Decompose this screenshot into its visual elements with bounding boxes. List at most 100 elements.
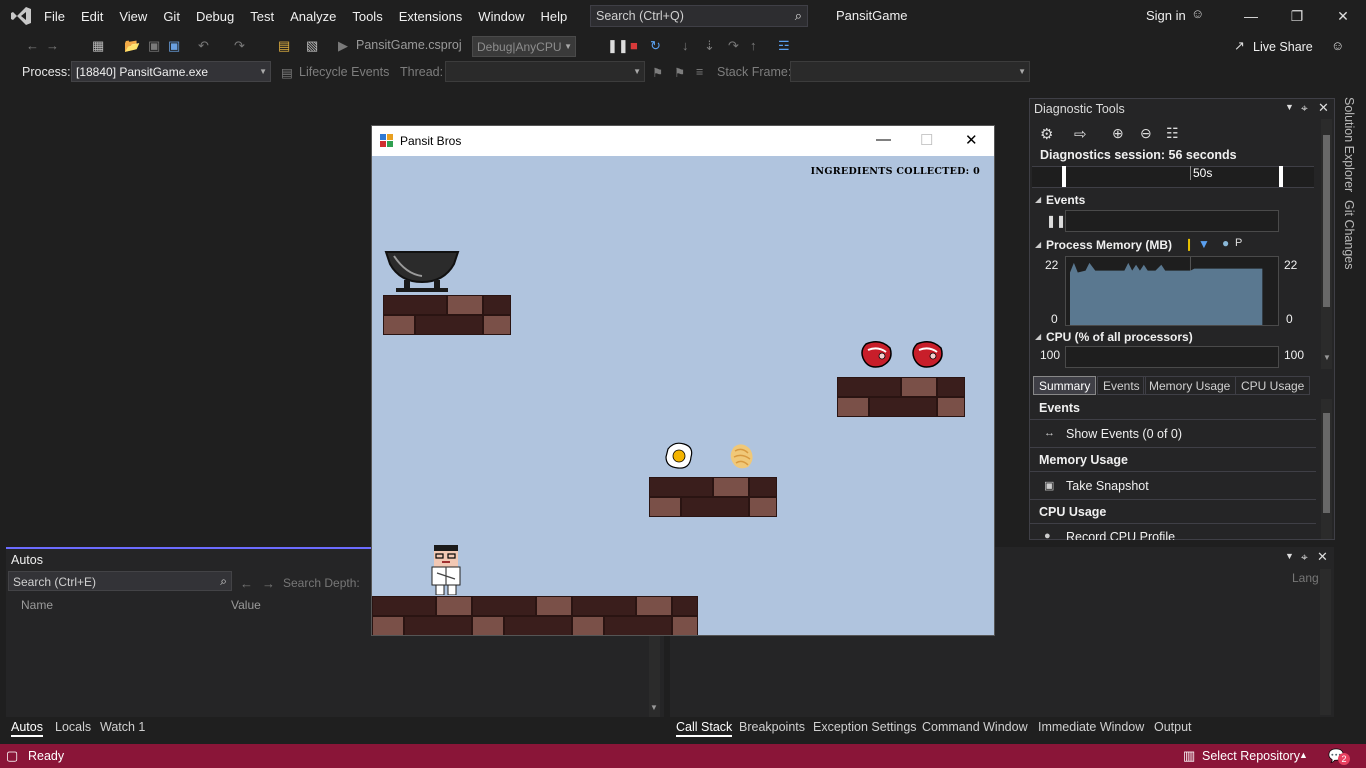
redo-icon[interactable]: ↷ [234, 38, 245, 54]
select-repository-button[interactable]: Select Repository [1202, 749, 1300, 763]
timeline-end-handle[interactable] [1279, 166, 1283, 187]
process-select[interactable]: [18840] PansitGame.exe ▼ [71, 61, 271, 82]
game-canvas[interactable]: INGREDIENTS COLLECTED: 0 [372, 156, 994, 635]
menu-view[interactable]: View [111, 9, 155, 24]
tab-watch-1[interactable]: Watch 1 [100, 720, 145, 734]
chevron-up-icon[interactable]: ▲ [1299, 750, 1308, 760]
timeline-ruler[interactable] [1032, 166, 1314, 188]
browse-icon[interactable]: ▧ [306, 38, 318, 54]
timeline-start-handle[interactable] [1062, 166, 1066, 187]
minimize-icon[interactable]: — [876, 131, 891, 148]
zoom-out-icon[interactable]: ⊖ [1140, 125, 1152, 142]
scrollbar[interactable] [1320, 569, 1331, 715]
close-icon[interactable]: ✕ [965, 131, 978, 149]
tab-events[interactable]: Events [1097, 376, 1146, 395]
cpu-graph[interactable] [1065, 346, 1279, 368]
scroll-down-icon[interactable]: ▼ [650, 703, 658, 712]
tab-breakpoints[interactable]: Breakpoints [739, 720, 805, 734]
pause-events-icon[interactable]: ❚❚ [1046, 214, 1066, 228]
settings-gear-icon[interactable]: ⚙ [1040, 125, 1053, 143]
solution-explorer-icon[interactable]: ▤ [278, 38, 290, 54]
autos-search-input[interactable]: Search (Ctrl+E) ⌕ [8, 571, 232, 591]
scrollbar-thumb[interactable] [1323, 413, 1330, 513]
pin-icon[interactable]: ⌖ [1301, 550, 1308, 565]
tab-immediate-window[interactable]: Immediate Window [1038, 720, 1144, 734]
configuration-select[interactable]: Debug|AnyCPU ▼ [472, 36, 576, 57]
forward-icon[interactable]: → [46, 38, 59, 53]
restore-icon[interactable]: ❐ [1287, 6, 1307, 26]
tab-memory-usage[interactable]: Memory Usage [1143, 376, 1237, 395]
tab-call-stack[interactable]: Call Stack [676, 720, 733, 737]
events-track[interactable] [1065, 210, 1279, 232]
scroll-down-icon[interactable]: ▼ [1323, 353, 1331, 362]
step-over-icon[interactable]: ⇣ [704, 38, 715, 54]
close-icon[interactable]: ✕ [1318, 100, 1329, 116]
tab-git-changes[interactable]: Git Changes [1342, 200, 1356, 269]
take-snapshot-button[interactable]: Take Snapshot [1066, 479, 1149, 493]
close-icon[interactable]: ✕ [1317, 549, 1328, 565]
hot-reload-icon[interactable]: ☲ [778, 38, 790, 54]
step-into-icon[interactable]: ↓ [682, 38, 689, 53]
tab-autos[interactable]: Autos [11, 720, 43, 737]
collapse-icon[interactable]: ◢ [1035, 240, 1041, 249]
tab-locals[interactable]: Locals [55, 720, 91, 734]
run-icon[interactable]: ▶ [338, 38, 348, 54]
scrollbar-thumb[interactable] [1323, 135, 1330, 307]
menu-test[interactable]: Test [242, 9, 282, 24]
feedback-icon[interactable]: ☺ [1331, 38, 1344, 53]
maximize-icon[interactable]: ☐ [920, 131, 933, 149]
run-target-label[interactable]: PansitGame.csproj [356, 38, 462, 52]
menu-edit[interactable]: Edit [73, 9, 111, 24]
reset-view-icon[interactable]: ☷ [1166, 125, 1179, 142]
show-events-link[interactable]: Show Events (0 of 0) [1066, 427, 1182, 441]
zoom-in-icon[interactable]: ⊕ [1112, 125, 1124, 142]
flag-threads-icon[interactable]: ⚑ [674, 65, 685, 80]
new-project-icon[interactable]: ▦ [92, 38, 104, 54]
menu-help[interactable]: Help [533, 9, 576, 24]
live-share-button[interactable]: Live Share [1253, 40, 1313, 54]
flag-icon[interactable]: ⚑ [652, 65, 663, 80]
pause-icon[interactable]: ❚❚ [607, 38, 629, 54]
memory-graph[interactable] [1065, 256, 1279, 326]
tab-exception-settings[interactable]: Exception Settings [813, 720, 917, 734]
tab-cpu-usage[interactable]: CPU Usage [1235, 376, 1311, 395]
export-icon[interactable]: ⇨ [1074, 125, 1087, 143]
menu-file[interactable]: File [36, 9, 73, 24]
tab-summary[interactable]: Summary [1033, 376, 1097, 395]
pin-icon[interactable]: ⌖ [1301, 101, 1308, 116]
menu-window[interactable]: Window [470, 9, 532, 24]
stack-frame-select[interactable]: ▼ [790, 61, 1030, 82]
step-up-icon[interactable]: ↑ [750, 38, 757, 53]
sign-in-link[interactable]: Sign in [1146, 8, 1186, 23]
account-icon[interactable]: ☺ [1191, 7, 1204, 20]
tab-command-window[interactable]: Command Window [922, 720, 1028, 734]
save-all-icon[interactable]: ▣ [168, 38, 180, 54]
column-value[interactable]: Value [231, 598, 261, 612]
forward-icon[interactable]: → [262, 576, 275, 591]
panel-menu-icon[interactable]: ▼ [1285, 551, 1294, 561]
back-icon[interactable]: ← [26, 38, 39, 53]
step-out-icon[interactable]: ↷ [728, 38, 739, 54]
menu-tools[interactable]: Tools [344, 9, 390, 24]
live-share-icon[interactable]: ↗ [1234, 38, 1245, 54]
record-cpu-profile-button[interactable]: Record CPU Profile [1066, 530, 1175, 540]
close-icon[interactable]: ✕ [1333, 6, 1353, 26]
lifecycle-icon[interactable]: ▤ [281, 65, 293, 80]
minimize-icon[interactable]: — [1241, 6, 1261, 26]
menu-debug[interactable]: Debug [188, 9, 242, 24]
column-language[interactable]: Lang [1292, 571, 1319, 585]
collapse-icon[interactable]: ◢ [1035, 195, 1041, 204]
menu-extensions[interactable]: Extensions [391, 9, 471, 24]
open-folder-icon[interactable]: 📂 [124, 38, 140, 54]
lifecycle-events-label[interactable]: Lifecycle Events [299, 65, 389, 79]
collapse-icon[interactable]: ◢ [1035, 332, 1041, 341]
menu-git[interactable]: Git [155, 9, 188, 24]
column-name[interactable]: Name [21, 598, 53, 612]
back-icon[interactable]: ← [240, 576, 253, 591]
panel-menu-icon[interactable]: ▼ [1285, 102, 1294, 112]
restart-icon[interactable]: ↻ [650, 38, 661, 54]
tab-output[interactable]: Output [1154, 720, 1192, 734]
thread-select[interactable]: ▼ [445, 61, 645, 82]
stop-icon[interactable]: ■ [630, 38, 638, 53]
tab-solution-explorer[interactable]: Solution Explorer [1342, 97, 1356, 192]
